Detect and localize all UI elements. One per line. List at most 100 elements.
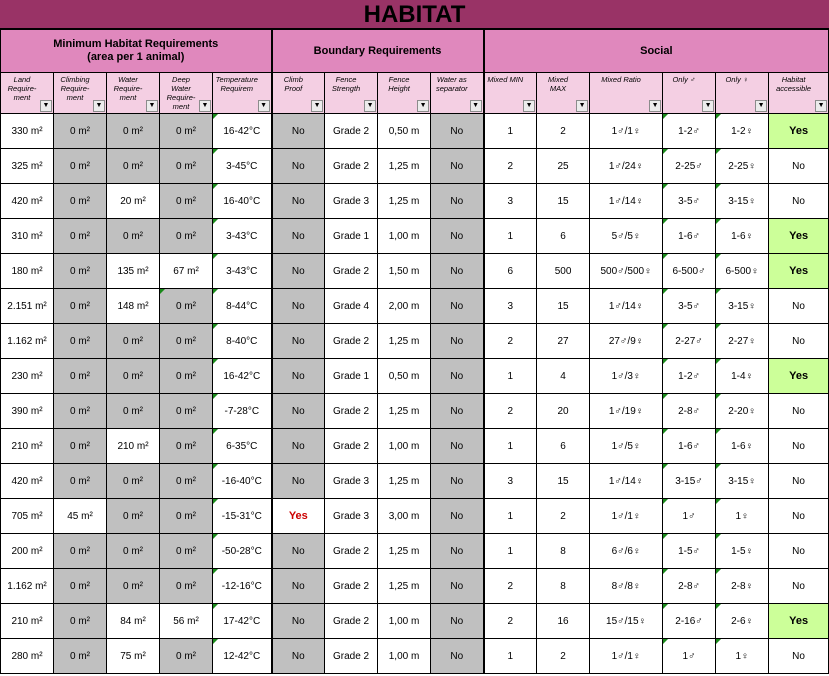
filter-dropdown-button[interactable]: ▼ [702, 100, 715, 112]
filter-dropdown-button[interactable]: ▼ [199, 100, 211, 112]
table-cell[interactable]: 500♂/500♀ [589, 253, 664, 289]
table-cell[interactable]: 0 m² [159, 393, 213, 429]
table-cell[interactable]: 6♂/6♀ [589, 533, 664, 569]
filter-dropdown-button[interactable]: ▼ [417, 100, 430, 112]
table-cell[interactable]: Grade 3 [324, 498, 379, 534]
table-cell[interactable]: 1,50 m [377, 253, 432, 289]
table-cell[interactable]: 1♂/5♀ [589, 428, 664, 464]
table-cell[interactable]: 2-8♂ [662, 393, 717, 429]
table-cell[interactable]: 0 m² [53, 358, 107, 394]
table-cell[interactable]: -16-40°C [211, 463, 273, 499]
table-cell[interactable]: 0 m² [53, 323, 107, 359]
table-cell[interactable]: 3-43°C [211, 253, 273, 289]
table-cell[interactable]: 0 m² [106, 113, 160, 149]
table-cell[interactable]: 135 m² [106, 253, 160, 289]
table-cell[interactable]: 1-2♀ [715, 113, 770, 149]
table-cell[interactable]: 16-42°C [211, 358, 273, 394]
table-cell[interactable]: 45 m² [53, 498, 107, 534]
table-cell[interactable]: Yes [768, 358, 829, 394]
table-cell[interactable]: 0 m² [159, 463, 213, 499]
table-cell[interactable]: No [270, 568, 326, 604]
table-cell[interactable]: No [270, 463, 326, 499]
table-cell[interactable]: 420 m² [0, 463, 54, 499]
table-cell[interactable]: 1.162 m² [0, 568, 54, 604]
table-cell[interactable]: Yes [768, 253, 829, 289]
table-cell[interactable]: 0 m² [53, 428, 107, 464]
table-cell[interactable]: Grade 2 [324, 393, 379, 429]
table-cell[interactable]: 148 m² [106, 288, 160, 324]
table-cell[interactable]: 1-6♂ [662, 218, 717, 254]
table-cell[interactable]: 1-6♀ [715, 218, 770, 254]
table-cell[interactable]: -7-28°C [211, 393, 273, 429]
table-cell[interactable]: 0 m² [159, 358, 213, 394]
table-cell[interactable]: 0 m² [106, 358, 160, 394]
table-cell[interactable]: 0 m² [159, 533, 213, 569]
table-cell[interactable]: Grade 3 [324, 463, 379, 499]
table-cell[interactable]: 4 [536, 358, 591, 394]
table-cell[interactable]: 200 m² [0, 533, 54, 569]
table-cell[interactable]: 2-20♀ [715, 393, 770, 429]
table-cell[interactable]: 1,25 m [377, 323, 432, 359]
table-cell[interactable]: 0 m² [53, 113, 107, 149]
table-cell[interactable]: No [768, 428, 829, 464]
table-cell[interactable]: 3 [482, 288, 538, 324]
table-cell[interactable]: No [430, 113, 485, 149]
table-cell[interactable]: No [430, 323, 485, 359]
table-cell[interactable]: 0 m² [53, 148, 107, 184]
table-cell[interactable]: Yes [768, 603, 829, 639]
table-cell[interactable]: 2 [536, 638, 591, 674]
table-cell[interactable]: No [270, 183, 326, 219]
table-cell[interactable]: 2,00 m [377, 288, 432, 324]
filter-dropdown-button[interactable]: ▼ [311, 100, 324, 112]
table-cell[interactable]: 0 m² [159, 218, 213, 254]
table-cell[interactable]: 27♂/9♀ [589, 323, 664, 359]
table-cell[interactable]: 1♂ [662, 498, 717, 534]
table-cell[interactable]: -15-31°C [211, 498, 273, 534]
table-cell[interactable]: 20 m² [106, 183, 160, 219]
table-cell[interactable]: 15 [536, 183, 591, 219]
table-cell[interactable]: 0 m² [159, 638, 213, 674]
table-cell[interactable]: 3,00 m [377, 498, 432, 534]
table-cell[interactable]: 1,00 m [377, 638, 432, 674]
filter-dropdown-button[interactable]: ▼ [649, 100, 662, 112]
table-cell[interactable]: 2 [482, 323, 538, 359]
table-cell[interactable]: 705 m² [0, 498, 54, 534]
table-cell[interactable]: 2 [536, 113, 591, 149]
table-cell[interactable]: 2-27♀ [715, 323, 770, 359]
table-cell[interactable]: No [768, 533, 829, 569]
filter-dropdown-button[interactable]: ▼ [815, 100, 828, 112]
table-cell[interactable]: 1♂/1♀ [589, 113, 664, 149]
filter-dropdown-button[interactable]: ▼ [469, 100, 482, 112]
table-cell[interactable]: 8-40°C [211, 323, 273, 359]
table-cell[interactable]: 210 m² [0, 428, 54, 464]
table-cell[interactable]: 0 m² [53, 288, 107, 324]
table-cell[interactable]: 0 m² [159, 323, 213, 359]
table-cell[interactable]: 5♂/5♀ [589, 218, 664, 254]
table-cell[interactable]: Grade 2 [324, 428, 379, 464]
table-cell[interactable]: 3-45°C [211, 148, 273, 184]
table-cell[interactable]: 56 m² [159, 603, 213, 639]
table-cell[interactable]: No [430, 148, 485, 184]
table-cell[interactable]: 25 [536, 148, 591, 184]
table-cell[interactable]: 0,50 m [377, 358, 432, 394]
table-cell[interactable]: 2 [482, 148, 538, 184]
table-cell[interactable]: 1 [482, 358, 538, 394]
table-cell[interactable]: Grade 1 [324, 358, 379, 394]
table-cell[interactable]: No [270, 533, 326, 569]
filter-dropdown-button[interactable]: ▼ [576, 100, 589, 112]
table-cell[interactable]: 0 m² [159, 428, 213, 464]
table-cell[interactable]: 1-6♀ [715, 428, 770, 464]
table-cell[interactable]: 3-15♀ [715, 463, 770, 499]
table-cell[interactable]: 3 [482, 463, 538, 499]
table-cell[interactable]: 2-8♂ [662, 568, 717, 604]
filter-dropdown-button[interactable]: ▼ [146, 100, 158, 112]
table-cell[interactable]: 8-44°C [211, 288, 273, 324]
table-cell[interactable]: No [430, 358, 485, 394]
table-cell[interactable]: 1♂ [662, 638, 717, 674]
table-cell[interactable]: 0 m² [106, 533, 160, 569]
table-cell[interactable]: Grade 2 [324, 148, 379, 184]
table-cell[interactable]: 67 m² [159, 253, 213, 289]
table-cell[interactable]: No [430, 183, 485, 219]
table-cell[interactable]: No [430, 463, 485, 499]
table-cell[interactable]: 325 m² [0, 148, 54, 184]
